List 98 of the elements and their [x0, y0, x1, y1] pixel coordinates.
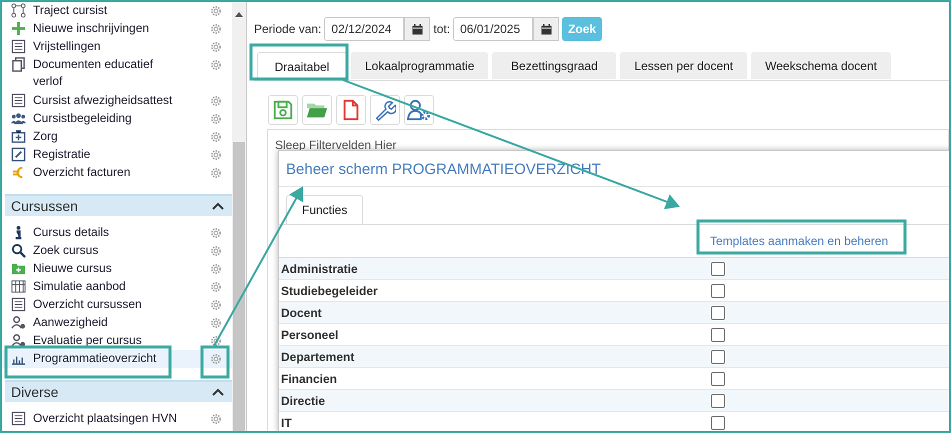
menu-icon [11, 57, 26, 72]
settings-icon[interactable] [210, 299, 222, 311]
checkbox[interactable] [711, 262, 725, 276]
save-button[interactable] [268, 95, 298, 125]
checkbox[interactable] [711, 350, 725, 364]
date-field[interactable]: 02/12/2024 [325, 18, 404, 40]
settings-icon[interactable] [210, 149, 222, 161]
table-cell-text: Administratie [281, 262, 359, 276]
menu-icon [11, 411, 26, 426]
menu-icon [11, 129, 26, 144]
settings-button[interactable] [370, 95, 400, 125]
settings-icon[interactable] [210, 41, 222, 53]
sidebar-item[interactable]: Registratie [11, 146, 183, 163]
table-cell-text: Personeel [281, 328, 340, 342]
tab[interactable]: Lokaalprogrammatie [351, 52, 488, 79]
tab[interactable]: Lessen per docent [620, 52, 748, 79]
settings-icon[interactable] [210, 263, 222, 275]
checkbox[interactable] [711, 394, 725, 408]
checkbox[interactable] [711, 328, 725, 342]
menu-icon [11, 279, 26, 294]
sidebar-item[interactable]: Zoek cursus [11, 242, 183, 259]
checkbox[interactable] [711, 284, 725, 298]
wrench-icon [374, 99, 396, 121]
sidebar-item[interactable]: Cursistbegeleiding [11, 110, 183, 127]
menu-icon [11, 39, 26, 54]
settings-icon[interactable] [210, 245, 222, 257]
settings-icon[interactable] [210, 227, 222, 239]
chevron-icon [212, 388, 224, 396]
menu-icon [11, 315, 26, 330]
checkbox[interactable] [711, 306, 725, 320]
sidebar-item[interactable]: Evaluatie per cursus [11, 332, 183, 349]
scroll-up-icon[interactable] [235, 12, 243, 17]
to-label: tot: [433, 22, 450, 36]
tab[interactable]: Functies [286, 195, 364, 224]
drop-zone-label: Sleep Filtervelden Hier [275, 138, 396, 152]
new-button[interactable] [336, 95, 366, 125]
settings-icon[interactable] [210, 353, 222, 365]
menu-icon [11, 147, 26, 162]
floppy-icon [272, 99, 294, 121]
menu-icon [11, 21, 26, 36]
sidebar-item[interactable]: Zorg [11, 128, 183, 145]
scrollbar[interactable] [232, 2, 246, 431]
calendar-button[interactable] [533, 17, 560, 41]
menu-icon [11, 3, 26, 18]
table-cell-text: Departement [281, 350, 356, 364]
settings-icon[interactable] [210, 413, 222, 425]
tab[interactable]: Draaitabel [257, 52, 347, 80]
checkbox[interactable] [711, 416, 725, 430]
settings-icon[interactable] [210, 113, 222, 125]
settings-icon[interactable] [210, 23, 222, 35]
table-cell-text: Docent [281, 306, 323, 320]
sidebar-item[interactable]: Simulatie aanbod [11, 278, 183, 295]
tab[interactable]: Bezettingsgraad [492, 52, 616, 79]
section-header[interactable]: Diverse [5, 380, 232, 402]
user-settings-button[interactable] [404, 95, 434, 125]
scrollbar-thumb[interactable] [233, 142, 245, 431]
sidebar-item[interactable]: Cursist afwezigheidsattest [11, 92, 183, 109]
calendar-button[interactable] [404, 17, 430, 41]
settings-icon[interactable] [210, 281, 222, 293]
table-cell-text: Directie [281, 394, 326, 408]
menu-icon [11, 333, 26, 348]
sidebar-item[interactable]: Overzicht cursussen [11, 296, 183, 313]
tab[interactable]: Weekschema docent [751, 52, 891, 79]
sidebar-item[interactable]: Vrijstellingen [11, 38, 183, 55]
table-cell-text: IT [281, 416, 293, 430]
period-label: Periode van: [254, 22, 322, 36]
menu-icon [11, 111, 26, 126]
column-header: Templates aanmaken en beheren [710, 234, 888, 248]
menu-icon [11, 297, 26, 312]
callout-frame [200, 346, 230, 378]
settings-icon[interactable] [210, 59, 222, 71]
menu-icon [11, 243, 26, 258]
settings-icon[interactable] [210, 131, 222, 143]
date-field[interactable]: 06/01/2025 [454, 18, 532, 40]
sidebar-item[interactable]: Cursus details [11, 224, 183, 241]
open-button[interactable] [302, 95, 332, 125]
user-gear-icon [406, 99, 432, 121]
menu-icon [11, 261, 26, 276]
checkbox[interactable] [711, 372, 725, 386]
sidebar-item[interactable]: Nieuwe cursus [11, 260, 183, 277]
sidebar-item[interactable]: Traject cursist [11, 2, 183, 19]
sidebar-item[interactable]: Aanwezigheid [11, 314, 183, 331]
table-cell-text: Financien [281, 372, 338, 386]
settings-icon[interactable] [210, 5, 222, 17]
settings-icon[interactable] [210, 95, 222, 107]
calendar-icon [412, 24, 423, 34]
sidebar-item[interactable]: Overzicht facturen [11, 164, 183, 181]
settings-icon[interactable] [210, 335, 222, 347]
calendar-icon [540, 24, 552, 34]
section-header[interactable]: Cursussen [5, 194, 232, 216]
table-cell-text: Studiebegeleider [281, 284, 379, 298]
settings-icon[interactable] [210, 317, 222, 329]
menu-icon [11, 93, 26, 108]
sidebar-item[interactable]: Overzicht plaatsingen HVN [11, 410, 183, 427]
settings-icon[interactable] [210, 167, 222, 179]
sidebar-item[interactable]: Nieuwe inschrijvingen [11, 20, 183, 37]
sidebar-item[interactable]: Documenten educatief verlof [11, 56, 183, 90]
chevron-icon [212, 202, 224, 210]
